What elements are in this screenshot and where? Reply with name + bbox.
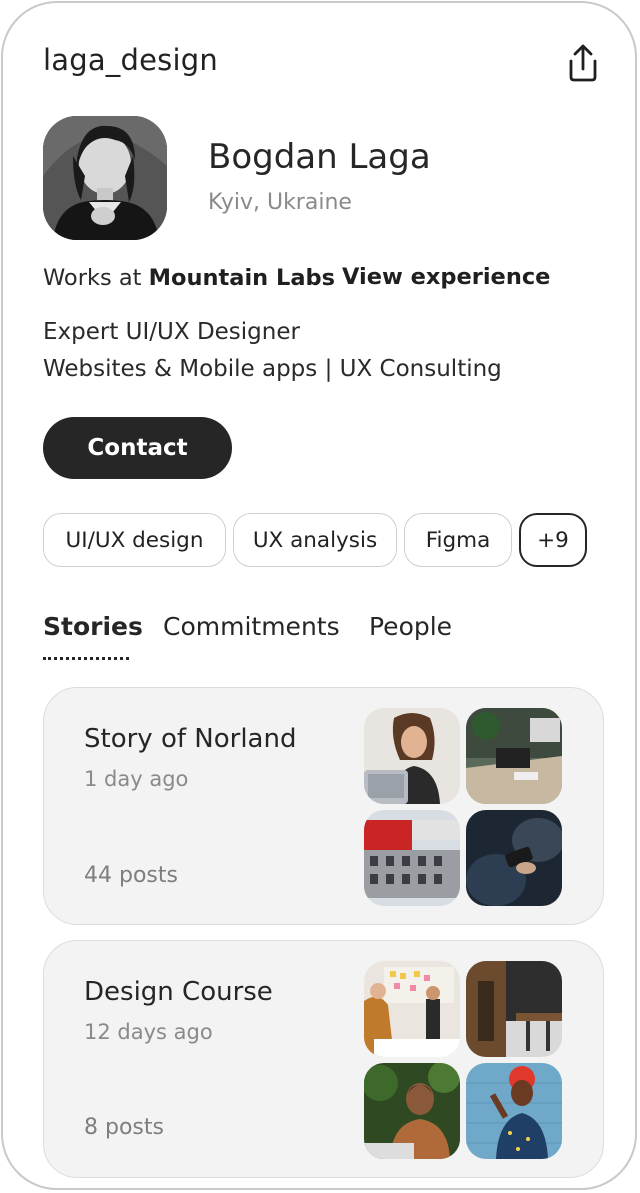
- story-time: 12 days ago: [84, 1020, 213, 1044]
- profile-name: Bogdan Laga: [208, 137, 431, 177]
- story-post-count: 8 posts: [84, 1115, 164, 1140]
- active-tab-indicator: [43, 657, 129, 660]
- tag-more[interactable]: +9: [519, 513, 587, 567]
- story-thumbnail: [364, 961, 460, 1057]
- contact-button[interactable]: Contact: [43, 417, 232, 479]
- story-thumbnail: [466, 708, 562, 804]
- profile-screen: laga_design Bogdan Laga Kyiv, Ukraine Wo…: [1, 1, 637, 1190]
- profile-location: Kyiv, Ukraine: [208, 190, 352, 215]
- story-time: 1 day ago: [84, 767, 189, 791]
- story-title: Story of Norland: [84, 724, 297, 754]
- tag-figma[interactable]: Figma: [404, 513, 512, 567]
- share-upload-icon: [569, 44, 597, 82]
- story-thumbnail: [466, 810, 562, 906]
- view-experience-link[interactable]: View experience: [342, 264, 550, 290]
- story-thumbnail: [364, 1063, 460, 1159]
- tab-commitments[interactable]: Commitments: [163, 612, 340, 641]
- bio-line-1: Expert UI/UX Designer: [43, 319, 300, 345]
- story-card[interactable]: Design Course 12 days ago 8 posts: [43, 940, 604, 1178]
- tab-stories[interactable]: Stories: [43, 612, 143, 641]
- avatar[interactable]: [43, 116, 167, 240]
- story-post-count: 44 posts: [84, 863, 178, 888]
- tag-ux-analysis[interactable]: UX analysis: [233, 513, 397, 567]
- username: laga_design: [43, 43, 218, 77]
- story-title: Design Course: [84, 977, 273, 1007]
- story-thumbnail: [466, 961, 562, 1057]
- tag-ui-ux-design[interactable]: UI/UX design: [43, 513, 226, 567]
- tab-people[interactable]: People: [369, 612, 452, 641]
- share-button[interactable]: [559, 39, 607, 87]
- story-thumbnail: [364, 810, 460, 906]
- company-name: Mountain Labs: [148, 265, 336, 291]
- story-thumbnail: [466, 1063, 562, 1159]
- story-thumbnail: [364, 708, 460, 804]
- bio-line-2: Websites & Mobile apps | UX Consulting: [43, 356, 502, 382]
- works-prefix: Works at: [43, 265, 142, 291]
- story-card[interactable]: Story of Norland 1 day ago 44 posts: [43, 687, 604, 925]
- works-at-line: Works at Mountain Labs: [43, 265, 335, 291]
